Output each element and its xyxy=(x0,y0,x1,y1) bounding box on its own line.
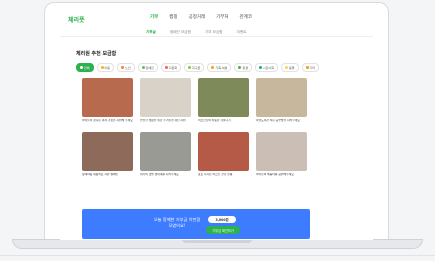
campaign-title[interactable]: 안전한 생활을 위한 주거환경 개선 지원 xyxy=(140,119,191,126)
nav-item[interactable]: 캠핑 xyxy=(169,14,177,20)
category-dot-icon xyxy=(188,66,192,69)
donation-banner[interactable]: 오늘 함께한 기부금 이만큼 모였어요! 3,000원 기부금 확인하기 xyxy=(82,209,310,239)
category-dot-icon xyxy=(211,66,215,69)
category-dot-icon xyxy=(121,66,125,69)
logo[interactable]: 체리풋 xyxy=(68,15,85,24)
campaign-thumbnail[interactable] xyxy=(198,132,249,171)
campaign-thumbnail[interactable] xyxy=(198,78,249,117)
campaign-title[interactable]: 아이들이 꿈꾸는 미래 가정을 지원해 주세요 xyxy=(82,119,133,126)
check-donation-button[interactable]: 기부금 확인하기 xyxy=(206,226,240,234)
campaign-card[interactable]: 위기의 갯벌 생태계를 지켜주세요 xyxy=(140,132,191,181)
chip-label: 전체 xyxy=(84,65,90,70)
category-chip[interactable]: 노인 xyxy=(117,63,135,72)
campaign-thumbnail[interactable] xyxy=(140,78,191,117)
category-chips: 전체 아동 노인 장애인 다문화 지구촌 가족·여성 환경 시민사회 동물 기타 xyxy=(76,63,320,72)
campaign-grid: 아이들이 꿈꾸는 미래 가정을 지원해 주세요 안전한 생활을 위한 주거환경 개… xyxy=(82,78,308,181)
category-dot-icon xyxy=(305,66,309,69)
campaign-card[interactable]: 마을도서관 작은 공부방을 지켜주세요 xyxy=(256,78,307,127)
category-dot-icon xyxy=(100,66,104,69)
campaign-title[interactable]: 홀로 사시는 어르신 건강 돌봄 xyxy=(198,173,249,180)
campaign-thumbnail[interactable] xyxy=(256,78,307,117)
nav-item[interactable]: 공정거래 xyxy=(189,14,206,20)
category-chip[interactable]: 동물 xyxy=(281,63,299,72)
chip-label: 기타 xyxy=(309,65,316,70)
category-dot-icon xyxy=(164,66,168,69)
campaign-title[interactable]: 어르신들의 따뜻한 겨울나기 xyxy=(198,119,249,126)
chip-label: 장애인 xyxy=(145,65,154,70)
campaign-thumbnail[interactable] xyxy=(256,132,307,171)
sub-nav: 기부글 캠페인 모금함 기부 모금함 이벤트 xyxy=(146,30,247,35)
category-dot-icon xyxy=(285,66,289,69)
campaign-card[interactable]: 홀로 사시는 어르신 건강 돌봄 xyxy=(198,132,249,181)
chip-label: 환경 xyxy=(242,65,248,70)
category-dot-icon xyxy=(141,66,145,69)
chip-label: 아동 xyxy=(104,65,111,70)
category-chip[interactable]: 기타 xyxy=(301,63,320,72)
campaign-card[interactable]: 아이들이 꿈꾸는 미래 가정을 지원해 주세요 xyxy=(82,78,133,127)
category-chip[interactable]: 시민사회 xyxy=(254,63,279,72)
category-chip[interactable]: 가족·여성 xyxy=(207,63,232,72)
subnav-item[interactable]: 캠페인 모금함 xyxy=(170,30,191,35)
chip-label: 지구촌 xyxy=(192,65,201,70)
campaign-title[interactable]: 장애아동 재활치료 지원 캠페인 xyxy=(82,173,133,180)
topbar: 체리풋 기부 캠핑 공정거래 기부처 관계코 xyxy=(60,10,373,28)
chip-label: 노인 xyxy=(125,65,131,70)
category-chip[interactable]: 아동 xyxy=(96,63,115,72)
divider xyxy=(60,36,373,37)
chip-label: 가족·여성 xyxy=(215,65,228,70)
category-chip[interactable]: 환경 xyxy=(234,63,252,72)
main-nav: 기부 캠핑 공정거래 기부처 관계코 xyxy=(150,14,252,20)
category-chip[interactable]: 다문화 xyxy=(160,63,182,72)
campaign-thumbnail[interactable] xyxy=(82,78,133,117)
chip-label: 동물 xyxy=(289,65,295,70)
category-dot-icon xyxy=(238,66,242,69)
campaign-title[interactable]: 위기의 갯벌 생태계를 지켜주세요 xyxy=(140,173,191,180)
chip-label: 시민사회 xyxy=(262,65,275,70)
chip-label: 다문화 xyxy=(168,65,178,70)
nav-item[interactable]: 관계코 xyxy=(240,14,252,20)
campaign-title[interactable]: 마을도서관 작은 공부방을 지켜주세요 xyxy=(256,119,307,126)
category-chip[interactable]: 지구촌 xyxy=(184,63,205,72)
subnav-item[interactable]: 기부글 xyxy=(146,30,156,35)
amount-pill: 3,000원 xyxy=(208,216,236,223)
subnav-item[interactable]: 이벤트 xyxy=(237,30,247,35)
floor-line xyxy=(0,255,435,256)
campaign-title[interactable]: 아이들의 배움터를 응원해주세요 xyxy=(256,173,307,180)
banner-text: 오늘 함께한 기부금 이만큼 모였어요! xyxy=(153,217,201,228)
section-title: 체리원 추천 모금함 xyxy=(76,51,117,57)
category-dot-icon xyxy=(80,66,83,69)
campaign-card[interactable]: 어르신들의 따뜻한 겨울나기 xyxy=(198,78,249,127)
campaign-thumbnail[interactable] xyxy=(82,132,133,171)
category-chip[interactable]: 장애인 xyxy=(137,63,158,72)
subnav-item[interactable]: 기부 모금함 xyxy=(205,30,223,35)
nav-item[interactable]: 기부처 xyxy=(216,14,228,20)
category-dot-icon xyxy=(258,66,262,69)
campaign-thumbnail[interactable] xyxy=(140,132,191,171)
campaign-card[interactable]: 안전한 생활을 위한 주거환경 개선 지원 xyxy=(140,78,191,127)
nav-item[interactable]: 기부 xyxy=(150,14,158,20)
campaign-card[interactable]: 아이들의 배움터를 응원해주세요 xyxy=(256,132,307,181)
campaign-card[interactable]: 장애아동 재활치료 지원 캠페인 xyxy=(82,132,133,181)
category-chip[interactable]: 전체 xyxy=(76,63,94,72)
screen: 체리풋 기부 캠핑 공정거래 기부처 관계코 기부글 캠페인 모금함 기부 모금… xyxy=(60,10,373,240)
